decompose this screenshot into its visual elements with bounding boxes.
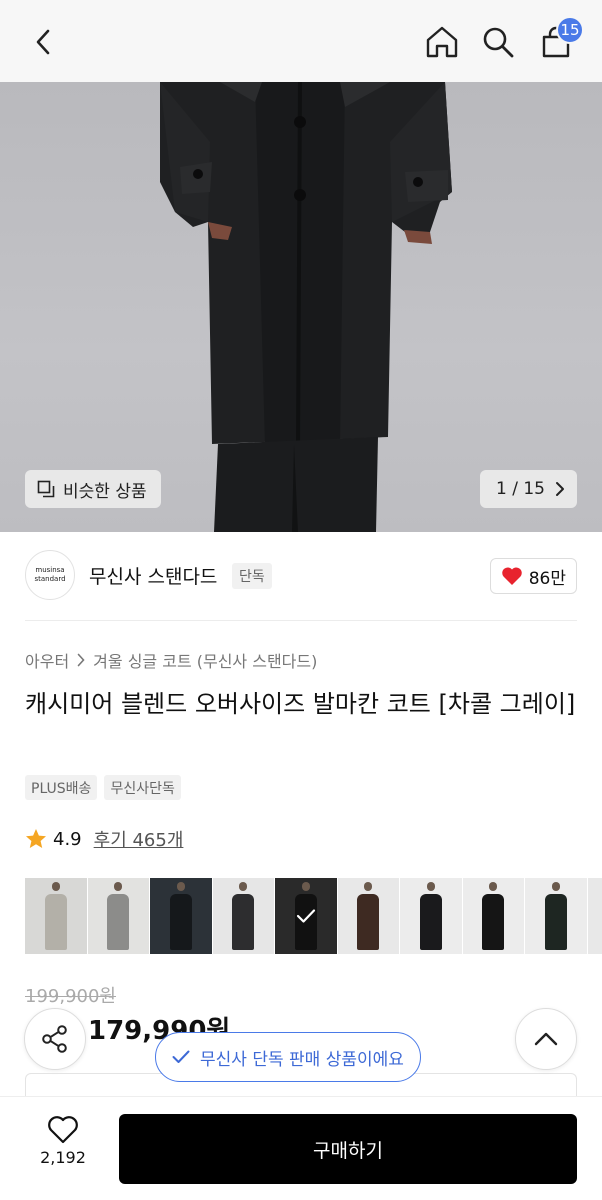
heart-filled-icon — [501, 567, 522, 585]
image-counter[interactable]: 1 / 15 — [480, 470, 577, 508]
color-thumbnail[interactable] — [212, 878, 275, 954]
similar-products-button[interactable]: 비슷한 상품 — [25, 470, 161, 508]
chevron-right-icon — [556, 482, 564, 496]
chevron-up-icon — [534, 1032, 558, 1046]
coat-swatch — [232, 894, 255, 950]
brand-name[interactable]: 무신사 스탠다드 — [89, 562, 217, 589]
model-head — [426, 882, 435, 891]
heart-outline-icon — [48, 1116, 78, 1144]
cart-button[interactable]: 15 — [534, 16, 584, 64]
search-button[interactable] — [476, 20, 520, 64]
color-thumbnails — [25, 878, 602, 954]
product-title: 캐시미어 블렌드 오버사이즈 발마칸 코트 [차콜 그레이] — [25, 690, 576, 718]
brand-like-count: 86만 — [528, 568, 566, 589]
coat-swatch — [419, 894, 442, 950]
rating-value: 4.9 — [53, 828, 82, 850]
product-photo — [160, 82, 452, 532]
color-thumbnail[interactable] — [400, 878, 463, 954]
chevron-right-icon — [77, 653, 85, 667]
color-thumbnail[interactable] — [150, 878, 213, 954]
color-thumbnail[interactable] — [462, 878, 525, 954]
back-icon — [36, 29, 50, 55]
breadcrumb-category[interactable]: 아우터 — [25, 648, 69, 672]
buy-button[interactable]: 구매하기 — [119, 1114, 577, 1184]
brand-logo-line1: musinsa — [35, 566, 65, 574]
scroll-top-button[interactable] — [515, 1008, 577, 1070]
brand-row: musinsa standard 무신사 스탠다드 단독 86만 — [25, 550, 577, 602]
model-head — [176, 882, 185, 891]
brand-logo[interactable]: musinsa standard — [25, 550, 75, 600]
model-head — [51, 882, 60, 891]
review-link[interactable]: 후기 465개 — [94, 826, 184, 852]
wishlist-button[interactable]: 2,192 — [28, 1115, 98, 1167]
breadcrumb-subcategory[interactable]: 겨울 싱글 코트 (무신사 스탠다드) — [93, 648, 317, 672]
top-nav: 15 — [0, 0, 602, 82]
cart-count-badge: 15 — [556, 16, 584, 44]
star-icon — [26, 829, 46, 848]
rating-row: 4.9 후기 465개 — [25, 826, 183, 852]
model-head — [489, 882, 498, 891]
divider — [25, 620, 577, 621]
image-counter-text: 1 / 15 — [496, 479, 545, 499]
back-button[interactable] — [22, 20, 66, 64]
exclusive-badge: 단독 — [232, 563, 272, 589]
model-head — [551, 882, 560, 891]
coat-swatch — [482, 894, 505, 950]
coat-swatch — [44, 894, 67, 950]
brand-logo-line2: standard — [34, 575, 66, 583]
color-thumbnail[interactable] — [87, 878, 150, 954]
share-button[interactable] — [24, 1008, 86, 1070]
color-thumbnail[interactable] — [25, 878, 88, 954]
color-thumbnail[interactable] — [525, 878, 588, 954]
similar-products-label: 비슷한 상품 — [63, 481, 147, 502]
coat-swatch — [107, 894, 130, 950]
search-icon — [483, 27, 514, 58]
model-head — [239, 882, 248, 891]
coat-swatch — [357, 894, 380, 950]
color-thumbnail[interactable] — [587, 878, 602, 954]
bottom-action-bar: 2,192 구매하기 — [0, 1096, 602, 1200]
exclusive-toast: 무신사 단독 판매 상품이에요 — [155, 1032, 421, 1082]
model-head — [364, 882, 373, 891]
wishlist-count: 2,192 — [40, 1148, 86, 1167]
coat-swatch — [544, 894, 567, 950]
home-icon — [426, 26, 458, 58]
product-tags: PLUS배송 무신사단독 — [25, 775, 181, 800]
color-thumbnail[interactable] — [275, 878, 338, 954]
tag-exclusive: 무신사단독 — [104, 775, 181, 800]
selected-check-icon — [275, 878, 337, 954]
color-thumbnail[interactable] — [337, 878, 400, 954]
coat-swatch — [169, 894, 192, 950]
breadcrumb: 아우터 겨울 싱글 코트 (무신사 스탠다드) — [25, 648, 317, 672]
model-head — [114, 882, 123, 891]
home-button[interactable] — [420, 20, 464, 64]
tag-plus-delivery: PLUS배송 — [25, 775, 98, 800]
toast-text: 무신사 단독 판매 상품이에요 — [200, 1049, 404, 1070]
share-icon — [42, 1025, 67, 1053]
product-image-carousel[interactable]: 비슷한 상품 1 / 15 — [0, 82, 602, 532]
copy-icon — [37, 480, 55, 498]
original-price: 199,900원 — [25, 986, 116, 1007]
check-icon — [172, 1050, 190, 1063]
brand-like-button[interactable]: 86만 — [489, 558, 577, 594]
